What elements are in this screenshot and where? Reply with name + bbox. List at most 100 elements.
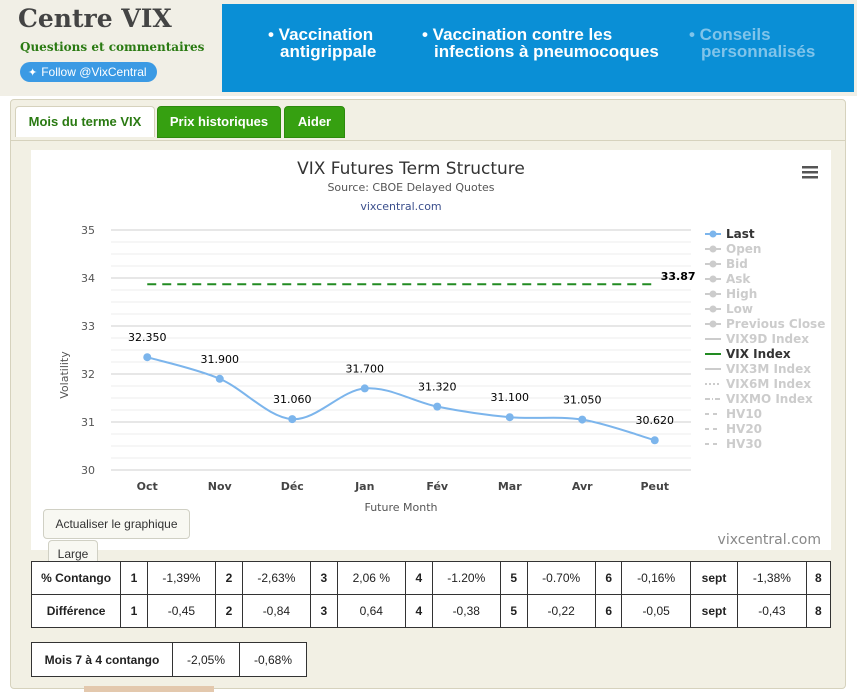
value-cell: -0,16% [621, 561, 691, 595]
ad-banner[interactable]: • Vaccination antigrippale • Vaccination … [222, 4, 854, 92]
legend-item[interactable]: HV20 [705, 422, 762, 436]
data-label: 32.350 [128, 331, 167, 344]
data-point[interactable] [360, 384, 369, 393]
legend-item[interactable]: VIX6M Index [705, 377, 811, 391]
legend-item[interactable]: Bid [705, 257, 748, 271]
tab-help[interactable]: Aider [284, 106, 345, 138]
value-cell: -0,84 [241, 594, 312, 628]
twitter-follow-button[interactable]: ✦ Follow @VixCentral [20, 62, 157, 82]
x-tick-label: Mar [498, 480, 522, 493]
chart-svg: VIX Futures Term Structure Source: CBOE … [58, 159, 825, 548]
x-tick-label: Oct [137, 480, 158, 493]
legend-label: VIX9D Index [726, 332, 809, 346]
term-structure-chart: VIX Futures Term Structure Source: CBOE … [31, 150, 831, 550]
legend-item[interactable]: VIXMO Index [705, 392, 813, 406]
chart-subtitle: Source: CBOE Delayed Quotes [327, 181, 494, 194]
summary-value: -2,05% [172, 642, 240, 677]
month-number-cell: 4 [404, 561, 433, 595]
follow-label: Follow @VixCentral [41, 65, 147, 79]
row-header: % Contango [30, 561, 122, 595]
legend-item[interactable]: High [705, 287, 757, 301]
data-label: 31.320 [418, 381, 457, 394]
legend-item[interactable]: Previous Close [705, 317, 825, 331]
legend-item[interactable]: VIX Index [705, 347, 791, 361]
y-tick-label: 31 [81, 416, 95, 429]
data-label: 31.900 [201, 353, 240, 366]
data-point[interactable] [650, 436, 659, 445]
legend-label: VIX6M Index [726, 377, 811, 391]
value-cell: -0,45 [146, 594, 217, 628]
legend-label: High [726, 287, 757, 301]
value-cell: -0,43 [737, 594, 807, 628]
legend-item[interactable]: Low [705, 302, 753, 316]
vix-index-label: 33.87 [661, 270, 696, 283]
legend-item[interactable]: HV10 [705, 407, 762, 421]
month-number-cell: 1 [120, 594, 148, 628]
data-label: 31.100 [491, 391, 530, 404]
y-tick-label: 34 [81, 272, 95, 285]
banner-item-advice[interactable]: • Conseils personnalisés [689, 26, 815, 60]
chart-credit-top[interactable]: vixcentral.com [360, 200, 441, 213]
refresh-chart-button[interactable]: Actualiser le graphique [43, 509, 190, 539]
data-point[interactable] [578, 415, 587, 424]
value-cell: -0,05 [621, 594, 691, 628]
data-point[interactable] [288, 415, 297, 424]
value-cell: 0,64 [336, 594, 406, 628]
hamburger-menu-icon[interactable] [802, 166, 818, 179]
summary-table: Mois 7 à 4 contango -2,05% -0,68% [31, 642, 307, 677]
legend-label: VIX3M Index [726, 362, 811, 376]
banner-item-flu[interactable]: • Vaccination antigrippale [268, 26, 376, 60]
contango-table: % Contango 1 -1,39% 2 -2,63% 3 2,06 % 4 -1.20% 5-… [30, 561, 832, 628]
legend-item[interactable]: VIX3M Index [705, 362, 811, 376]
legend-marker-icon [709, 260, 717, 268]
legend-item[interactable]: Last [705, 227, 755, 241]
summary-row: Mois 7 à 4 contango -2,05% -0,68% [31, 642, 307, 677]
chart-credit-bottom[interactable]: vixcentral.com [718, 532, 821, 548]
legend-label: Open [726, 242, 761, 256]
month-number-cell: 6 [594, 594, 623, 628]
legend-label: HV10 [726, 407, 762, 421]
feedback-link[interactable]: Questions et commentaires [20, 40, 204, 54]
y-tick-label: 32 [81, 368, 95, 381]
contango-row: Différence 1 -0,45 2 -0,84 3 0,64 4 -0,38 5 -0,22 6… [30, 594, 832, 628]
data-point[interactable] [433, 402, 442, 411]
data-point[interactable] [143, 353, 152, 362]
month-number-cell: 6 [594, 561, 623, 595]
month-number-cell: 4 [404, 594, 433, 628]
data-point[interactable] [505, 413, 514, 422]
y-tick-label: 30 [81, 464, 95, 477]
legend-item[interactable]: Open [705, 242, 761, 256]
legend-label: VIXMO Index [726, 392, 813, 406]
legend-marker-icon [709, 275, 717, 283]
legend-label: HV20 [726, 422, 762, 436]
value-cell: -0.70% [526, 561, 596, 595]
y-tick-label: 33 [81, 320, 95, 333]
month-number-cell: sept [689, 561, 739, 595]
value-cell: -1,38% [737, 561, 807, 595]
month-number-cell: 5 [499, 561, 528, 595]
month-number-cell: 8 [805, 561, 832, 595]
legend-label: VIX Index [726, 347, 791, 361]
legend-label: Previous Close [726, 317, 825, 331]
x-tick-label: Fév [426, 480, 449, 493]
legend-item[interactable]: HV30 [705, 437, 762, 451]
month-number-cell: 2 [215, 594, 243, 628]
x-tick-label: Nov [208, 480, 233, 493]
legend-marker-icon [709, 305, 717, 313]
legend-item[interactable]: Ask [705, 272, 751, 286]
value-cell: -0,38 [431, 594, 501, 628]
banner-item-pneumo[interactable]: • Vaccination contre les infections à pne… [422, 26, 659, 60]
tab-historical-prices[interactable]: Prix historiques [157, 106, 281, 138]
legend-label: Last [726, 227, 755, 241]
data-point[interactable] [215, 374, 224, 383]
tab-vix-term[interactable]: Mois du terme VIX [15, 106, 155, 137]
tab-bar: Mois du terme VIX Prix historiques Aider [11, 100, 845, 141]
summary-value: -0,68% [239, 642, 307, 677]
chart-title: VIX Futures Term Structure [297, 159, 525, 179]
site-title[interactable]: Centre VIX [18, 4, 172, 33]
x-tick-label: Avr [572, 480, 593, 493]
x-tick-label: Jan [354, 480, 374, 493]
legend-item[interactable]: VIX9D Index [705, 332, 809, 346]
month-number-cell: sept [689, 594, 739, 628]
y-axis-label: Volatility [58, 351, 71, 399]
